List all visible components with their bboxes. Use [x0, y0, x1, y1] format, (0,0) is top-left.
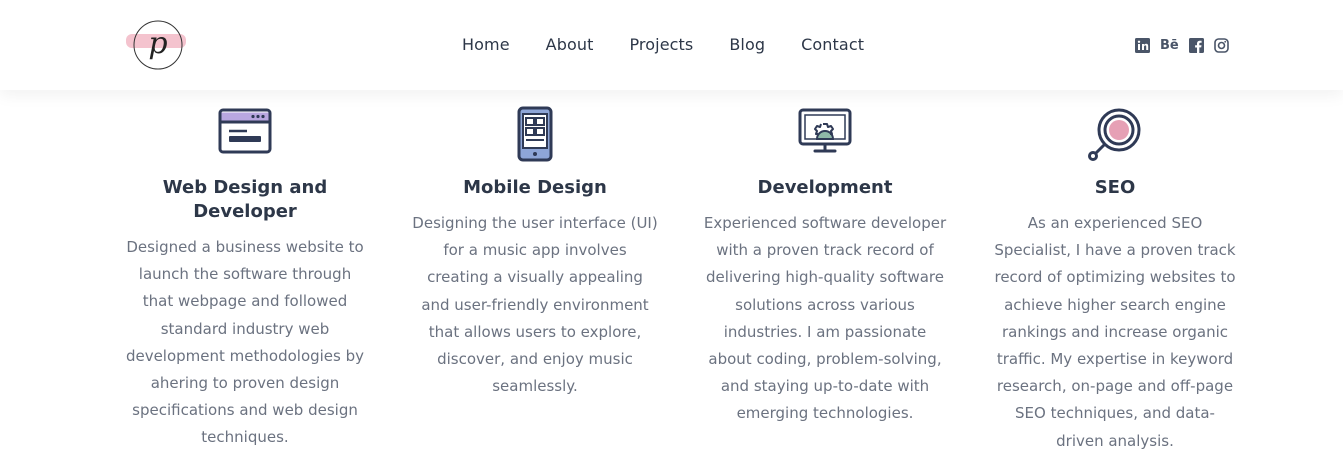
nav-home[interactable]: Home: [462, 34, 510, 56]
site-header: p Home About Projects Blog Contact Bē: [0, 0, 1343, 90]
nav-contact[interactable]: Contact: [801, 34, 864, 56]
service-description: Designing the user interface (UI) for a …: [412, 214, 658, 396]
behance-icon[interactable]: Bē: [1160, 37, 1179, 53]
logo-letter: p: [148, 26, 167, 61]
service-description: As an experienced SEO Specialist, I have…: [994, 214, 1236, 450]
service-description: Designed a business website to launch th…: [125, 238, 365, 447]
monitor-gear-icon: [680, 100, 970, 164]
service-card-seo: SEO As an experienced SEO Specialist, I …: [970, 100, 1260, 463]
nav-about[interactable]: About: [546, 34, 594, 56]
service-card-development: Development Experienced software develop…: [680, 100, 970, 463]
service-title: Mobile Design: [463, 177, 607, 198]
service-description: Experienced software developer with a pr…: [703, 214, 947, 423]
service-title: SEO: [1094, 177, 1136, 198]
browser-window-icon: [100, 100, 390, 164]
facebook-icon[interactable]: [1188, 37, 1204, 53]
service-card-web-design: Web Design and Developer Designed a busi…: [100, 100, 390, 463]
social-links: Bē: [1135, 37, 1239, 53]
services-section: Web Design and Developer Designed a busi…: [100, 100, 1260, 463]
main-nav: Home About Projects Blog Contact: [462, 34, 900, 56]
service-title: Development: [757, 177, 893, 198]
nav-projects[interactable]: Projects: [629, 34, 693, 56]
mobile-phone-icon: [390, 100, 680, 164]
magnifier-icon: [970, 100, 1260, 164]
linkedin-icon[interactable]: [1135, 37, 1150, 53]
nav-blog[interactable]: Blog: [729, 34, 765, 56]
instagram-icon[interactable]: [1213, 37, 1229, 53]
logo[interactable]: p: [124, 18, 188, 72]
service-title: Web Design and Developer: [162, 177, 328, 222]
service-card-mobile-design: Mobile Design Designing the user interfa…: [390, 100, 680, 463]
